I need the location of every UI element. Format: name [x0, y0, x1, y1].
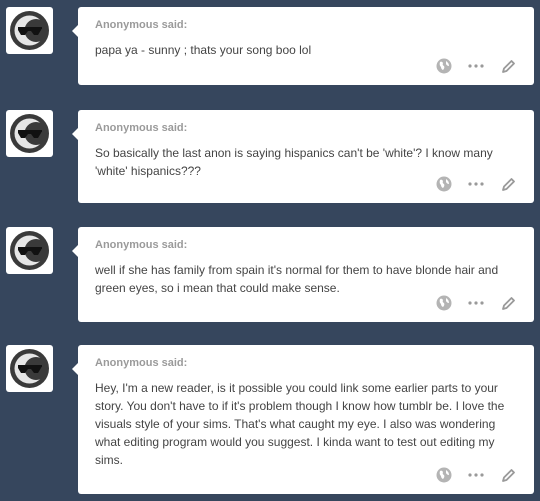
question-text: Hey, I'm a new reader, is it possible yo… [95, 381, 505, 467]
asker-name: Anonymous said: [95, 122, 188, 134]
post-controls [434, 174, 518, 194]
ask-card: Anonymous said: So basically the last an… [72, 110, 534, 203]
ellipsis-icon[interactable] [466, 56, 486, 76]
globe-icon[interactable] [434, 174, 454, 194]
globe-icon[interactable] [434, 293, 454, 313]
post-controls [434, 465, 518, 485]
avatar[interactable] [6, 227, 53, 274]
anonymous-sunglasses-avatar-icon [10, 114, 49, 153]
ask-card: Anonymous said: well if she has family f… [72, 227, 534, 322]
anonymous-sunglasses-avatar-icon [10, 11, 49, 50]
avatar[interactable] [6, 345, 53, 392]
pencil-icon[interactable] [498, 56, 518, 76]
avatar[interactable] [6, 7, 53, 54]
ellipsis-icon[interactable] [466, 293, 486, 313]
pencil-icon[interactable] [498, 293, 518, 313]
pencil-icon[interactable] [498, 465, 518, 485]
ask-card: Anonymous said: papa ya - sunny ; thats … [72, 7, 534, 85]
ask-card: Anonymous said: Hey, I'm a new reader, i… [72, 345, 534, 494]
globe-icon[interactable] [434, 465, 454, 485]
anonymous-sunglasses-avatar-icon [10, 231, 49, 270]
ellipsis-icon[interactable] [466, 465, 486, 485]
asker-name: Anonymous said: [95, 357, 188, 369]
avatar[interactable] [6, 110, 53, 157]
ellipsis-icon[interactable] [466, 174, 486, 194]
question-text: well if she has family from spain it's n… [95, 263, 499, 295]
post-controls [434, 56, 518, 76]
pencil-icon[interactable] [498, 174, 518, 194]
asker-name: Anonymous said: [95, 19, 188, 31]
globe-icon[interactable] [434, 56, 454, 76]
asker-name: Anonymous said: [95, 239, 188, 251]
anonymous-sunglasses-avatar-icon [10, 349, 49, 388]
post-controls [434, 293, 518, 313]
